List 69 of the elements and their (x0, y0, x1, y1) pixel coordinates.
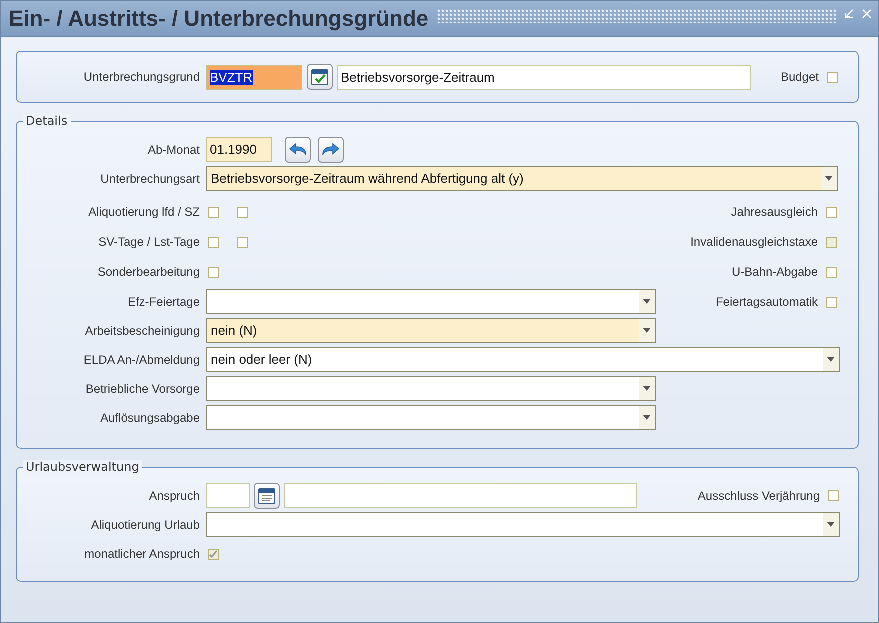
caret-icon (827, 522, 835, 527)
field-label: Efz-Feiertage (126, 294, 201, 308)
checkbox-label: U-Bahn-Abgabe (732, 265, 818, 279)
entitlement-field[interactable] (206, 483, 250, 508)
field-label: Ab-Monat (146, 142, 201, 156)
next-button[interactable] (318, 136, 344, 162)
undo-arrow-icon (289, 142, 307, 156)
checkbox[interactable] (208, 236, 219, 248)
caret-icon (827, 357, 835, 362)
dropdown-button[interactable] (821, 167, 837, 190)
dropdown[interactable] (206, 512, 840, 537)
description-field[interactable]: Betriebsvorsorge-Zeitraum (337, 64, 751, 90)
field-label: ELDA An-/Abmeldung (82, 352, 201, 366)
field-label: Auflösungsabgabe (100, 410, 201, 424)
previous-button[interactable] (285, 136, 311, 162)
checkbox[interactable] (208, 266, 219, 278)
calendar-button[interactable] (254, 482, 280, 508)
dropdown[interactable]: nein oder leer (N) (206, 347, 840, 372)
dropdown-button[interactable] (823, 348, 839, 371)
month-field[interactable]: 01.1990 (206, 137, 272, 162)
caret-icon (643, 386, 651, 391)
dropdown-button[interactable] (639, 319, 655, 342)
window-title: Ein- / Austritts- / Unterbrechungsgründe (9, 6, 429, 32)
checkbox[interactable] (237, 236, 248, 248)
field-label: Budget (780, 70, 819, 84)
checkbox-label: Invalidenausgleichstaxe (690, 235, 818, 249)
field-label: Aliquotierung Urlaub (90, 518, 201, 532)
checkbox[interactable] (208, 206, 219, 218)
dropdown-button[interactable] (823, 513, 839, 536)
dropdown-button[interactable] (639, 290, 655, 313)
field-label: Anspruch (148, 488, 201, 502)
caret-icon (643, 328, 651, 333)
dropdown[interactable] (206, 376, 656, 401)
checkbox-label: Aliquotierung lfd / SZ (88, 205, 201, 219)
checkbox[interactable] (237, 206, 248, 218)
dropdown[interactable] (206, 289, 656, 314)
checkbox[interactable] (826, 296, 837, 308)
field-label: Betriebliche Vorsorge (84, 382, 201, 396)
dropdown[interactable]: Betriebsvorsorge-Zeitraum während Abfertigung alt (y) (206, 166, 838, 191)
dropdown[interactable] (206, 405, 656, 430)
checkbox[interactable] (826, 266, 837, 278)
checkbox-label: Ausschluss Verjährung (698, 488, 820, 502)
entitlement-text-field[interactable] (284, 483, 637, 508)
checkbox-label: SV-Tage / Lst-Tage (98, 235, 201, 249)
section-title: Details (23, 114, 71, 128)
checkbox-label: Feiertagsautomatik (716, 295, 818, 309)
minimize-icon[interactable] (844, 8, 854, 18)
checkbox[interactable] (828, 490, 839, 501)
checkbox[interactable] (826, 206, 837, 218)
close-icon[interactable] (862, 8, 872, 18)
checkbox-label: Sonderbearbeitung (96, 265, 201, 279)
dropdown[interactable]: nein (N) (206, 318, 656, 343)
caret-icon (825, 176, 833, 181)
dropdown-button[interactable] (639, 406, 655, 429)
checkbox-label: monatlicher Anspruch (84, 547, 201, 561)
lookup-button[interactable] (307, 64, 333, 90)
field-label: Unterbrechungsart (100, 172, 201, 186)
redo-arrow-icon (322, 142, 340, 156)
caret-icon (643, 299, 651, 304)
field-label: Arbeitsbescheinigung (84, 324, 201, 338)
checkbox[interactable] (827, 72, 838, 82)
code-field[interactable]: BVZTR (206, 64, 302, 90)
checkbox-label: Jahresausgleich (731, 205, 818, 219)
dropdown-button[interactable] (639, 377, 655, 400)
calendar-icon (258, 486, 276, 504)
calendar-check-icon (311, 68, 329, 86)
caret-icon (643, 415, 651, 420)
field-label: Unterbrechungsgrund (82, 70, 201, 84)
section-title: Urlaubsverwaltung (23, 460, 142, 474)
